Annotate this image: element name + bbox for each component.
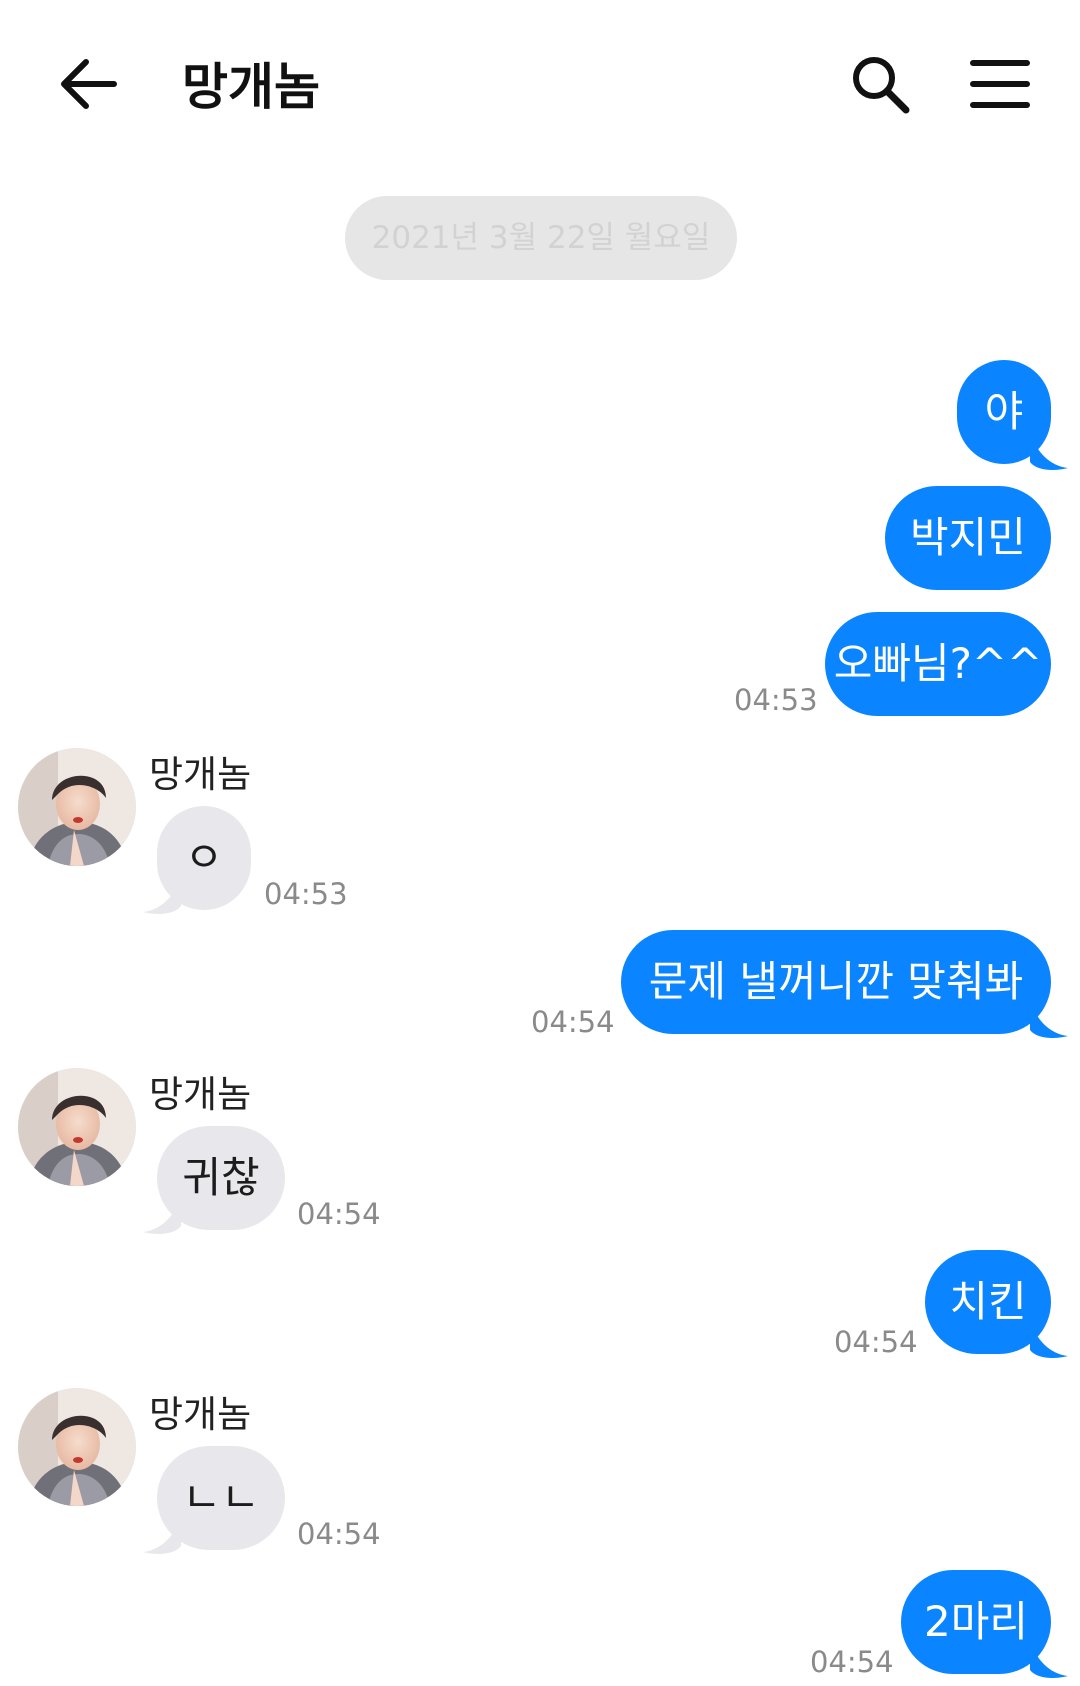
arrow-left-icon — [61, 59, 117, 109]
search-icon — [853, 57, 910, 114]
chat-title: 망개놈 — [182, 58, 320, 116]
message-text: ㅇ — [184, 833, 224, 882]
hamburger-menu-icon — [970, 60, 1030, 108]
date-divider: 2021년 3월 22일 월요일 — [345, 196, 737, 280]
message-timestamp: 04:54 — [810, 1645, 894, 1679]
message-text: 박지민 — [910, 513, 1026, 562]
chat-header: 망개놈 — [0, 0, 1080, 175]
avatar-photo — [18, 1068, 136, 1186]
bubble-tail — [1030, 432, 1068, 470]
search-button[interactable] — [848, 52, 912, 116]
message-text: 치킨 — [949, 1277, 1027, 1326]
menu-button[interactable] — [970, 58, 1030, 110]
bubble-tail — [1030, 1320, 1068, 1358]
my-message-bubble[interactable]: 박지민 — [885, 486, 1051, 590]
bubble-tail — [143, 876, 181, 914]
message-timestamp: 04:53 — [264, 877, 348, 911]
message-text: 귀찮 — [182, 1153, 260, 1202]
contact-avatar[interactable] — [18, 1068, 136, 1186]
bubble-tail — [143, 1196, 181, 1234]
sender-name: 망개놈 — [149, 1393, 252, 1436]
my-message-bubble[interactable]: 오빠님?^^ — [825, 612, 1051, 716]
message-timestamp: 04:54 — [834, 1325, 918, 1359]
message-timestamp: 04:53 — [734, 683, 818, 717]
back-button[interactable] — [56, 52, 120, 116]
message-timestamp: 04:54 — [531, 1005, 615, 1039]
bubble-tail — [1030, 1640, 1068, 1678]
message-text: ㄴㄴ — [182, 1473, 260, 1522]
message-text: 2마리 — [923, 1597, 1028, 1646]
avatar-photo — [18, 1388, 136, 1506]
message-text: 문제 낼꺼니깐 맞춰봐 — [648, 957, 1024, 1006]
contact-avatar[interactable] — [18, 1388, 136, 1506]
my-message-bubble[interactable]: 문제 낼꺼니깐 맞춰봐 — [621, 930, 1051, 1034]
message-text: 오빠님?^^ — [833, 639, 1043, 688]
my-message-bubble[interactable]: 2마리 — [901, 1570, 1051, 1674]
bubble-tail — [143, 1516, 181, 1554]
bubble-tail — [1030, 1000, 1068, 1038]
contact-avatar[interactable] — [18, 748, 136, 866]
message-timestamp: 04:54 — [297, 1197, 381, 1231]
sender-name: 망개놈 — [149, 1073, 252, 1116]
sender-name: 망개놈 — [149, 753, 252, 796]
message-text: 야 — [984, 387, 1024, 436]
avatar-photo — [18, 748, 136, 866]
message-timestamp: 04:54 — [297, 1517, 381, 1551]
